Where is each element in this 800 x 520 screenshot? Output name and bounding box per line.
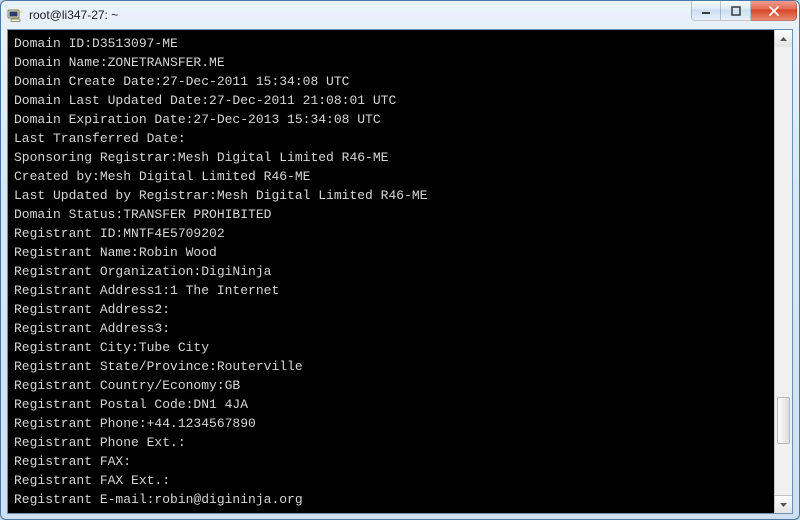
terminal-line: Registrant Phone Ext.: bbox=[14, 433, 768, 452]
terminal-line: Registrant State/Province:Routerville bbox=[14, 357, 768, 376]
terminal-line: Domain ID:D3513097-ME bbox=[14, 34, 768, 53]
terminal-line: Registrant City:Tube City bbox=[14, 338, 768, 357]
terminal-line: Last Transferred Date: bbox=[14, 129, 768, 148]
terminal-line: Registrant FAX Ext.: bbox=[14, 471, 768, 490]
terminal-output[interactable]: Domain ID:D3513097-MEDomain Name:ZONETRA… bbox=[8, 30, 774, 513]
terminal-line: Sponsoring Registrar:Mesh Digital Limite… bbox=[14, 148, 768, 167]
maximize-button[interactable] bbox=[721, 1, 751, 21]
terminal-line: Domain Last Updated Date:27-Dec-2011 21:… bbox=[14, 91, 768, 110]
titlebar[interactable]: root@li347-27: ~ bbox=[1, 1, 799, 29]
maximize-icon bbox=[731, 6, 741, 16]
terminal-line: Registrant Country/Economy:GB bbox=[14, 376, 768, 395]
terminal-line: Registrant Address3: bbox=[14, 319, 768, 338]
scroll-down-button[interactable] bbox=[775, 495, 792, 513]
terminal-line: Registrant Organization:DigiNinja bbox=[14, 262, 768, 281]
terminal-line: Created by:Mesh Digital Limited R46-ME bbox=[14, 167, 768, 186]
terminal-line: Registrant Postal Code:DN1 4JA bbox=[14, 395, 768, 414]
terminal-line: Registrant Address2: bbox=[14, 300, 768, 319]
vertical-scrollbar[interactable] bbox=[774, 30, 792, 513]
terminal-line: Registrant E-mail:robin@digininja.org bbox=[14, 490, 768, 509]
app-window: root@li347-27: ~ Domain ID:D3513097-MEDo… bbox=[0, 0, 800, 520]
terminal-line: Registrant ID:MNTF4E5709202 bbox=[14, 224, 768, 243]
window-controls bbox=[691, 1, 799, 29]
terminal-line: Domain Create Date:27-Dec-2011 15:34:08 … bbox=[14, 72, 768, 91]
client-area: Domain ID:D3513097-MEDomain Name:ZONETRA… bbox=[7, 29, 793, 514]
scrollbar-thumb[interactable] bbox=[777, 397, 790, 444]
scrollbar-track[interactable] bbox=[775, 47, 792, 496]
terminal-line: Domain Name:ZONETRANSFER.ME bbox=[14, 53, 768, 72]
minimize-button[interactable] bbox=[691, 1, 721, 21]
terminal-line: Domain Expiration Date:27-Dec-2013 15:34… bbox=[14, 110, 768, 129]
terminal-line: Last Updated by Registrar:Mesh Digital L… bbox=[14, 186, 768, 205]
minimize-icon bbox=[701, 6, 711, 16]
terminal-line: Domain Status:TRANSFER PROHIBITED bbox=[14, 205, 768, 224]
putty-icon bbox=[7, 7, 23, 23]
scroll-up-button[interactable] bbox=[775, 30, 792, 48]
terminal-line: Registrant Address1:1 The Internet bbox=[14, 281, 768, 300]
chevron-down-icon bbox=[780, 503, 787, 507]
close-icon bbox=[768, 6, 780, 16]
chevron-up-icon bbox=[780, 37, 787, 41]
window-title: root@li347-27: ~ bbox=[29, 8, 691, 22]
close-button[interactable] bbox=[751, 1, 797, 21]
terminal-line: Registrant Name:Robin Wood bbox=[14, 243, 768, 262]
terminal-line: Registrant Phone:+44.1234567890 bbox=[14, 414, 768, 433]
terminal-line: Registrant FAX: bbox=[14, 452, 768, 471]
